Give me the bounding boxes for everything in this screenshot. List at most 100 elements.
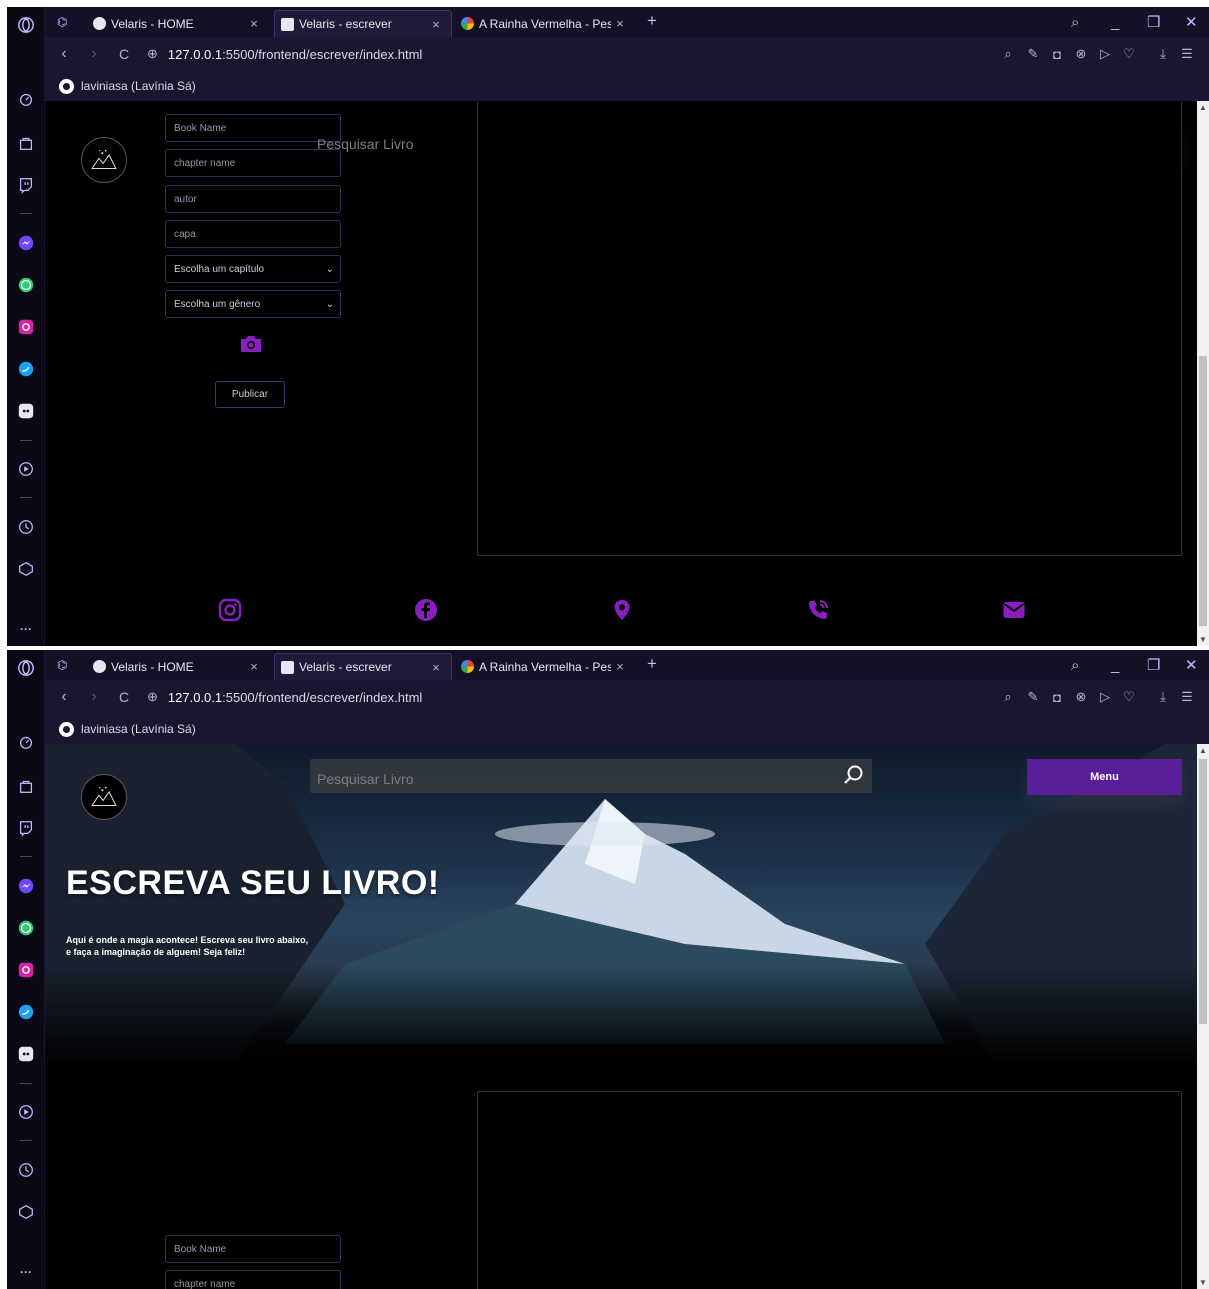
- whatsapp-icon[interactable]: [16, 275, 36, 295]
- site-logo[interactable]: [81, 774, 127, 820]
- more-icon[interactable]: ···: [16, 619, 36, 639]
- book-name-input[interactable]: Book Name: [165, 114, 341, 142]
- maximize-button[interactable]: ❐: [1147, 7, 1160, 37]
- easy-setup-icon[interactable]: ☰: [1179, 689, 1195, 705]
- edit-icon[interactable]: ✎: [1025, 46, 1041, 62]
- book-name-input[interactable]: Book Name: [165, 1235, 341, 1263]
- genre-select[interactable]: Escolha um gênero ⌄: [165, 290, 341, 318]
- back-button[interactable]: ‹: [49, 45, 79, 63]
- forward-button[interactable]: ›: [79, 45, 109, 63]
- chapter-select[interactable]: Escolha um capítulo ⌄: [165, 255, 341, 283]
- url-field[interactable]: 127.0.0.1:5500/frontend/escrever/index.h…: [168, 47, 422, 62]
- email-icon[interactable]: [1002, 598, 1026, 622]
- instagram-icon[interactable]: [218, 598, 242, 622]
- facebook-icon[interactable]: [414, 598, 438, 622]
- back-button[interactable]: ‹: [49, 688, 79, 706]
- site-logo[interactable]: [81, 137, 127, 183]
- search-page-icon[interactable]: ⌕: [1000, 46, 1016, 62]
- camera-snapshot-icon[interactable]: ◘: [1049, 689, 1065, 705]
- search-input[interactable]: Pesquisar Livro: [317, 771, 414, 787]
- download-icon[interactable]: ⤓: [1155, 46, 1171, 62]
- tab-velaris-home[interactable]: Velaris - HOME ×: [87, 653, 269, 680]
- gamepad-icon[interactable]: ⌬: [57, 658, 67, 672]
- player-icon[interactable]: [16, 459, 36, 479]
- search-input[interactable]: Pesquisar Livro: [317, 136, 414, 152]
- camera-snapshot-icon[interactable]: ◘: [1049, 46, 1065, 62]
- author-input[interactable]: autor: [165, 185, 341, 213]
- text-editor[interactable]: [477, 101, 1182, 556]
- close-window-button[interactable]: ✕: [1185, 650, 1198, 680]
- history-icon[interactable]: [16, 1160, 36, 1180]
- search-page-icon[interactable]: ⌕: [1000, 689, 1016, 705]
- scroll-up-icon[interactable]: ▲: [1199, 103, 1207, 112]
- adblock-icon[interactable]: ⊗: [1073, 689, 1089, 705]
- site-info-icon[interactable]: ⊕: [147, 689, 158, 705]
- tab-velaris-escrever[interactable]: Velaris - escrever ×: [274, 10, 452, 37]
- scrollbar-thumb[interactable]: [1199, 356, 1207, 626]
- tab-search-icon[interactable]: ⌕: [1071, 7, 1079, 37]
- minimize-button[interactable]: _: [1111, 650, 1119, 680]
- reload-button[interactable]: C: [109, 689, 139, 705]
- tab-velaris-home[interactable]: Velaris - HOME ×: [87, 10, 269, 37]
- speed-dial-icon[interactable]: [16, 732, 36, 752]
- new-tab-button[interactable]: +: [647, 654, 657, 674]
- twitch-icon[interactable]: [16, 175, 36, 195]
- discord-icon[interactable]: [16, 1044, 36, 1064]
- send-icon[interactable]: ▷: [1097, 46, 1113, 62]
- shopping-bag-icon[interactable]: [16, 133, 36, 153]
- text-editor[interactable]: [477, 1091, 1182, 1289]
- tab-rainha-vermelha[interactable]: A Rainha Vermelha - Pesqu ×: [455, 653, 635, 680]
- site-info-icon[interactable]: ⊕: [147, 46, 158, 62]
- tab-close-icon[interactable]: ×: [245, 16, 263, 31]
- discord-icon[interactable]: [16, 401, 36, 421]
- tab-close-icon[interactable]: ×: [427, 660, 445, 675]
- download-icon[interactable]: ⤓: [1155, 689, 1171, 705]
- twitter-icon[interactable]: [16, 1002, 36, 1022]
- tab-velaris-escrever[interactable]: Velaris - escrever ×: [274, 653, 452, 680]
- instagram-icon[interactable]: [16, 317, 36, 337]
- tab-close-icon[interactable]: ×: [611, 659, 629, 674]
- new-tab-button[interactable]: +: [647, 11, 657, 31]
- publish-button[interactable]: Publicar: [215, 381, 285, 408]
- twitch-icon[interactable]: [16, 818, 36, 838]
- history-icon[interactable]: [16, 517, 36, 537]
- messenger-icon[interactable]: [16, 876, 36, 896]
- shopping-bag-icon[interactable]: [16, 776, 36, 796]
- bookmark-github[interactable]: laviniasa (Lavínia Sá): [81, 722, 196, 736]
- easy-setup-icon[interactable]: ☰: [1179, 46, 1195, 62]
- url-field[interactable]: 127.0.0.1:5500/frontend/escrever/index.h…: [168, 690, 422, 705]
- tab-search-icon[interactable]: ⌕: [1071, 650, 1079, 680]
- gamepad-icon[interactable]: ⌬: [57, 15, 67, 29]
- scroll-down-icon[interactable]: ▼: [1199, 1278, 1207, 1287]
- cover-input[interactable]: capa: [165, 220, 341, 248]
- whatsapp-icon[interactable]: [16, 918, 36, 938]
- instagram-icon[interactable]: [16, 960, 36, 980]
- heart-icon[interactable]: ♡: [1121, 46, 1137, 62]
- tab-close-icon[interactable]: ×: [611, 16, 629, 31]
- heart-icon[interactable]: ♡: [1121, 689, 1137, 705]
- minimize-button[interactable]: _: [1111, 7, 1119, 37]
- bookmark-github[interactable]: laviniasa (Lavínia Sá): [81, 79, 196, 93]
- chapter-name-input[interactable]: chapter name: [165, 149, 341, 177]
- tab-close-icon[interactable]: ×: [427, 17, 445, 32]
- page-scrollbar[interactable]: ▲ ▼: [1197, 101, 1209, 646]
- messenger-icon[interactable]: [16, 233, 36, 253]
- speed-dial-icon[interactable]: [16, 89, 36, 109]
- menu-button[interactable]: Menu: [1027, 759, 1182, 795]
- chapter-name-input[interactable]: chapter name: [165, 1270, 341, 1289]
- camera-icon[interactable]: [239, 334, 263, 354]
- edit-icon[interactable]: ✎: [1025, 689, 1041, 705]
- scroll-down-icon[interactable]: ▼: [1199, 635, 1207, 644]
- location-icon[interactable]: [610, 598, 634, 622]
- maximize-button[interactable]: ❐: [1147, 650, 1160, 680]
- extensions-icon[interactable]: [16, 559, 36, 579]
- tab-rainha-vermelha[interactable]: A Rainha Vermelha - Pesqu ×: [455, 10, 635, 37]
- scrollbar-thumb[interactable]: [1199, 759, 1207, 1024]
- reload-button[interactable]: C: [109, 46, 139, 62]
- send-icon[interactable]: ▷: [1097, 689, 1113, 705]
- scroll-up-icon[interactable]: ▲: [1199, 746, 1207, 755]
- extensions-icon[interactable]: [16, 1202, 36, 1222]
- more-icon[interactable]: ···: [16, 1262, 36, 1282]
- opera-logo[interactable]: [16, 658, 36, 678]
- adblock-icon[interactable]: ⊗: [1073, 46, 1089, 62]
